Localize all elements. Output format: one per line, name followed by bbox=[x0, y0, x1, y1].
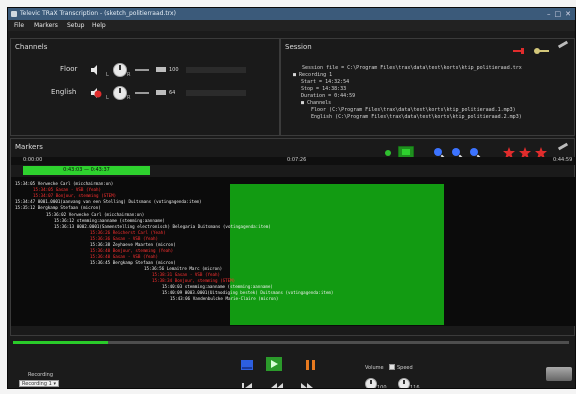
transcript-line[interactable]: 15:34:47 0001.0001(aanvang van een Stell… bbox=[15, 199, 202, 204]
vu-meter-floor bbox=[186, 67, 246, 73]
speed-label: Speed bbox=[397, 365, 413, 371]
session-panel: Session Session file = C:\Program Files\… bbox=[280, 38, 575, 136]
recording-node[interactable]: ■ Recording 1 bbox=[293, 72, 332, 78]
transcript-line[interactable]: 15:35:12 Bergkamp Stefaan (micron) bbox=[15, 205, 101, 210]
session-file-line: Session file = C:\Program Files\trax\dat… bbox=[302, 65, 522, 71]
menu-setup[interactable]: Setup bbox=[67, 20, 84, 31]
volume-slider-track[interactable] bbox=[135, 69, 149, 71]
time-end: 0:44:59 bbox=[553, 157, 573, 163]
transcript-line[interactable]: 15:43:06 Vandenbulcke Marie-Claire (micr… bbox=[170, 296, 278, 301]
transcript-line[interactable]: 15:34:07 Bonjour, stemming (STEM) bbox=[33, 193, 116, 198]
menu-help[interactable]: Help bbox=[92, 20, 106, 31]
fast-forward-icon[interactable] bbox=[300, 382, 314, 389]
transcript-area[interactable]: 15:34:05 Verwecke Carl (micchairman:on) 1… bbox=[11, 177, 575, 326]
stop-button[interactable] bbox=[240, 359, 254, 371]
transport-bar: Recording Recording 1 ▾ Volume Speed 100… bbox=[8, 348, 575, 388]
pin-icon[interactable] bbox=[557, 40, 569, 49]
footpedal-icon bbox=[546, 367, 572, 381]
balance-knob-floor[interactable] bbox=[113, 63, 127, 77]
app-window: Televic TRaX Transcription - (sketch_pol… bbox=[7, 7, 576, 389]
volume-slider-track[interactable] bbox=[135, 92, 149, 94]
channels-title: Channels bbox=[15, 43, 48, 51]
knob-left-label: L bbox=[106, 95, 109, 101]
transcript-line[interactable]: 15:36:56 Lemaitre Marc (micron) bbox=[144, 266, 222, 271]
level-indicator-icon bbox=[156, 67, 166, 72]
volume-label: Volume bbox=[365, 365, 384, 371]
markers-title: Markers bbox=[15, 143, 43, 151]
transcript-line[interactable]: 15:40:09 0003.0001(Uitnodiging bestek) D… bbox=[162, 290, 333, 295]
chevron-down-icon: ▾ bbox=[53, 381, 56, 387]
session-title: Session bbox=[285, 43, 312, 51]
menu-markers[interactable]: Markers bbox=[34, 20, 58, 31]
transcript-line[interactable]: 15:36:38 Zeyhaeve Maarten (micron) bbox=[90, 242, 176, 247]
play-button[interactable] bbox=[266, 357, 282, 371]
recording-select[interactable]: Recording 1 ▾ bbox=[19, 380, 59, 387]
key-icon[interactable] bbox=[533, 47, 551, 55]
channels-node[interactable]: ■ Channels bbox=[301, 100, 331, 106]
markers-panel: Markers 0:00:00 0:07:26 0:44:59 0:43:03 … bbox=[10, 138, 575, 336]
vu-meter-english bbox=[186, 90, 246, 96]
pin-icon[interactable] bbox=[557, 142, 569, 151]
transcript-line[interactable]: 15:38:34 Bonjour, stemming (STEM) bbox=[152, 278, 235, 283]
balance-knob-english[interactable] bbox=[113, 86, 127, 100]
channels-panel: Channels Floor L R 100 English L R 64 bbox=[10, 38, 280, 136]
time-start: 0:00:00 bbox=[23, 157, 43, 163]
channel-name-english: English bbox=[51, 88, 77, 96]
speed-knob[interactable] bbox=[398, 378, 410, 388]
window-controls: – □ ✕ bbox=[547, 10, 571, 18]
menu-bar: File Markers Setup Help bbox=[8, 20, 575, 31]
knob-right-label: R bbox=[127, 72, 131, 78]
close-icon[interactable]: ✕ bbox=[565, 10, 571, 18]
transcript-line[interactable]: 15:40:03 stemming:aanname (stemming:aann… bbox=[162, 284, 273, 289]
maximize-icon[interactable]: □ bbox=[555, 10, 562, 18]
transcript-line[interactable]: 15:36:26 Reicherst Carl (Yeah) bbox=[90, 230, 166, 235]
transcript-line[interactable]: 15:38:31 Gasan - VSB (Yeah) bbox=[152, 272, 220, 277]
pause-button[interactable] bbox=[304, 359, 318, 371]
stop-line: Stop = 14:38:33 bbox=[301, 86, 347, 92]
record-icon[interactable] bbox=[513, 47, 529, 55]
time-mid: 0:07:26 bbox=[287, 157, 307, 163]
transcript-line[interactable]: 15:36:45 Bergkamp Stefaan (micron) bbox=[90, 260, 176, 265]
start-line: Start = 14:32:54 bbox=[301, 79, 350, 85]
channel-name-floor: Floor bbox=[60, 65, 78, 73]
transcript-line[interactable]: 15:36:12 stemming:aanname (stemming:aann… bbox=[54, 218, 165, 223]
goto-marker-icon[interactable] bbox=[384, 149, 392, 157]
transcript-line[interactable]: 15:34:05 Gasan - VSB (Yeah) bbox=[33, 187, 101, 192]
knob-right-label: R bbox=[127, 95, 131, 101]
window-title: Televic TRaX Transcription - (sketch_pol… bbox=[20, 10, 176, 17]
channel-level-english: 64 bbox=[169, 90, 176, 96]
knob-left-label: L bbox=[106, 72, 109, 78]
speaker-muted-icon[interactable] bbox=[90, 88, 102, 98]
minimize-icon[interactable]: – bbox=[547, 10, 551, 18]
transcript-line[interactable]: 15:36:02 Verwecke Carl (micchairman:on) bbox=[46, 212, 144, 217]
rewind-icon[interactable] bbox=[270, 382, 284, 389]
transcript-line[interactable]: 15:34:05 Verwecke Carl (micchairman:on) bbox=[15, 181, 113, 186]
level-indicator-icon bbox=[156, 90, 166, 95]
title-bar: Televic TRaX Transcription - (sketch_pol… bbox=[8, 8, 575, 20]
channel-level-floor: 100 bbox=[169, 67, 179, 73]
selected-time-range[interactable]: 0:43:03 — 0:43:37 bbox=[23, 166, 150, 175]
volume-value: 100 bbox=[377, 385, 387, 389]
timeline[interactable]: 0:00:00 0:07:26 0:44:59 bbox=[11, 157, 575, 165]
app-icon bbox=[11, 11, 17, 17]
transcript-line[interactable]: 15:36:40 Bonjour, stemming (Yeah) bbox=[90, 248, 173, 253]
playback-progress-fill bbox=[13, 341, 108, 344]
speaker-icon[interactable] bbox=[90, 65, 102, 75]
transcript-line[interactable]: 15:36:13 0002.0001(Samenstelling electro… bbox=[54, 224, 271, 229]
duration-line: Duration = 0:44:59 bbox=[301, 93, 356, 99]
transcript-line[interactable]: 15:36:40 Gasan - VSB (Yeah) bbox=[90, 254, 158, 259]
transcript-line[interactable]: 15:36:36 Gasan - VSB (Yeah) bbox=[90, 236, 158, 241]
speed-checkbox[interactable] bbox=[389, 364, 395, 370]
skip-to-start-icon[interactable] bbox=[240, 382, 254, 389]
menu-file[interactable]: File bbox=[14, 20, 24, 31]
recording-label: Recording bbox=[28, 372, 54, 378]
english-file-line: English (C:\Program Files\trax\data\test… bbox=[311, 114, 522, 120]
floor-file-line: Floor (C:\Program Files\trax\data\test\k… bbox=[311, 107, 516, 113]
volume-knob[interactable] bbox=[365, 378, 377, 388]
marker-highlight-region bbox=[230, 184, 444, 325]
playback-progress[interactable] bbox=[13, 341, 569, 344]
speed-value: 116 bbox=[410, 385, 420, 389]
